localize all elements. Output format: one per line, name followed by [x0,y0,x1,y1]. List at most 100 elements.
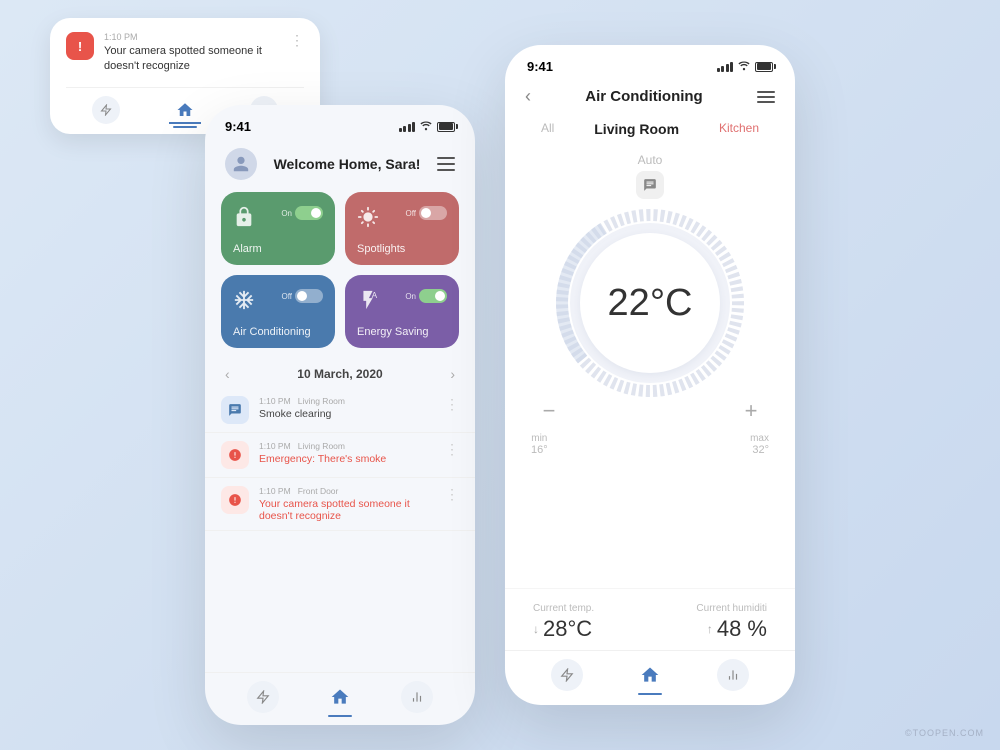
left-status-icons [399,119,456,134]
left-battery-icon [437,122,455,132]
range-min-label: min [531,433,548,444]
spotlights-toggle-label: Off [405,209,416,218]
left-nav-bolt-icon[interactable] [247,681,279,713]
menu-icon[interactable] [437,157,455,171]
mini-card-text: Your camera spotted someone it doesn't r… [104,44,280,75]
activity-camera-meta: 1:10 PM Front Door [259,486,435,496]
activity-info-icon [221,396,249,424]
welcome-text: Welcome Home, Sara! [274,156,421,172]
right-time: 9:41 [527,59,553,74]
back-arrow[interactable]: ‹ [525,86,531,107]
temperature-dial: 22°C [550,203,750,403]
right-battery-icon [755,62,773,72]
watermark: ©TOOPEN.COM [905,728,984,738]
auto-label: Auto [638,153,663,167]
range-min-val: 16° [531,444,548,456]
activity-emergency-title: Emergency: There's smoke [259,453,386,465]
spotlights-tile-icon [357,206,379,235]
dial-center: 22°C [608,282,693,325]
right-wifi-icon [737,59,751,74]
mini-alert-icon: ! [66,32,94,60]
date-nav: ‹ 10 March, 2020 › [205,360,475,388]
right-phone: 9:41 ‹ Air Conditioning A [505,45,795,705]
dial-area: Auto [505,153,795,588]
activity-smoke-title: Smoke clearing [259,408,345,420]
left-status-bar: 9:41 [205,105,475,140]
ac-tile-icon [233,289,255,318]
right-menu-icon[interactable] [757,91,775,103]
svg-text:A: A [372,291,378,300]
energy-tile-name: Energy Saving [357,326,447,338]
right-nav-chart-icon[interactable] [717,659,749,691]
tab-kitchen[interactable]: Kitchen [711,117,767,141]
mini-nav-home-icon[interactable] [171,96,199,124]
date-text: 10 March, 2020 [297,367,382,381]
spotlights-tile[interactable]: Off Spotlights [345,192,459,265]
spotlights-toggle-switch[interactable] [419,206,447,220]
activity-item-camera: 1:10 PM Front Door Your camera spotted s… [205,478,475,531]
activity-emergency-details: 1:10 PM Living Room Emergency: There's s… [259,441,386,465]
ac-title: Air Conditioning [585,88,702,105]
energy-toggle[interactable]: On [405,289,447,303]
range-min: min 16° [531,433,548,456]
current-temp-reading: Current temp. ↓ 28°C [533,603,594,642]
alarm-toggle-label: On [281,209,292,218]
energy-toggle-label: On [405,292,416,301]
left-nav-chart-icon[interactable] [401,681,433,713]
right-nav-bolt-icon[interactable] [551,659,583,691]
current-humid-number: 48 % [717,616,767,642]
left-bottom-nav [205,672,475,725]
right-signal-icon [717,62,734,72]
current-temp-label: Current temp. [533,603,594,614]
alarm-toggle-switch[interactable] [295,206,323,220]
spotlights-toggle[interactable]: Off [405,206,447,220]
ac-tile[interactable]: Off Air Conditioning [221,275,335,348]
current-temp-number: 28°C [543,616,592,642]
spotlights-tile-name: Spotlights [357,243,447,255]
activity-camera-icon [221,486,249,514]
tab-living-room[interactable]: Living Room [586,117,687,141]
tab-all[interactable]: All [533,117,562,141]
mode-icon[interactable] [636,171,664,199]
current-temp-value: ↓ 28°C [533,616,594,642]
right-status-bar: 9:41 [505,45,795,80]
activity-camera-title: Your camera spotted someone it doesn't r… [259,498,435,522]
mini-card-more[interactable]: ⋮ [290,32,304,49]
ac-tile-toggle-switch[interactable] [295,289,323,303]
ac-tile-toggle[interactable]: Off [281,289,323,303]
energy-toggle-switch[interactable] [419,289,447,303]
date-next-arrow[interactable]: › [450,366,455,382]
activity-smoke-meta: 1:10 PM Living Room [259,396,345,406]
activity-camera-more[interactable]: ⋮ [445,486,459,503]
mini-nav-bolt-icon[interactable] [92,96,120,124]
activity-emergency-more[interactable]: ⋮ [445,441,459,458]
energy-tile[interactable]: A On Energy Saving [345,275,459,348]
user-avatar[interactable] [225,148,257,180]
mini-card-meta: 1:10 PM [104,32,280,42]
right-bottom-nav [505,650,795,705]
energy-tile-icon: A [357,289,379,318]
left-time: 9:41 [225,119,251,134]
room-tabs: All Living Room Kitchen [505,117,795,153]
left-signal-icon [399,122,416,132]
current-humid-reading: Current humiditi ↑ 48 % [696,603,767,642]
humid-up-arrow: ↑ [707,622,713,636]
current-readings: Current temp. ↓ 28°C Current humiditi ↑ … [505,588,795,650]
left-nav-home-icon[interactable] [324,681,356,713]
range-max-label: max [750,433,769,444]
ac-header: ‹ Air Conditioning [505,80,795,117]
alarm-tile[interactable]: On Alarm [221,192,335,265]
activity-item-emergency: 1:10 PM Living Room Emergency: There's s… [205,433,475,478]
range-max-val: 32° [750,444,769,456]
activity-smoke-more[interactable]: ⋮ [445,396,459,413]
temp-down-arrow: ↓ [533,622,539,636]
activity-emergency-meta: 1:10 PM Living Room [259,441,386,451]
left-wifi-icon [419,119,433,134]
alarm-toggle[interactable]: On [281,206,323,220]
left-phone: 9:41 Welcome Home, Sara! [205,105,475,725]
dial-range: min 16° max 32° [521,433,779,456]
date-prev-arrow[interactable]: ‹ [225,366,230,382]
activity-camera-details: 1:10 PM Front Door Your camera spotted s… [259,486,435,522]
ac-tile-name: Air Conditioning [233,326,323,338]
right-nav-home-icon[interactable] [634,659,666,691]
